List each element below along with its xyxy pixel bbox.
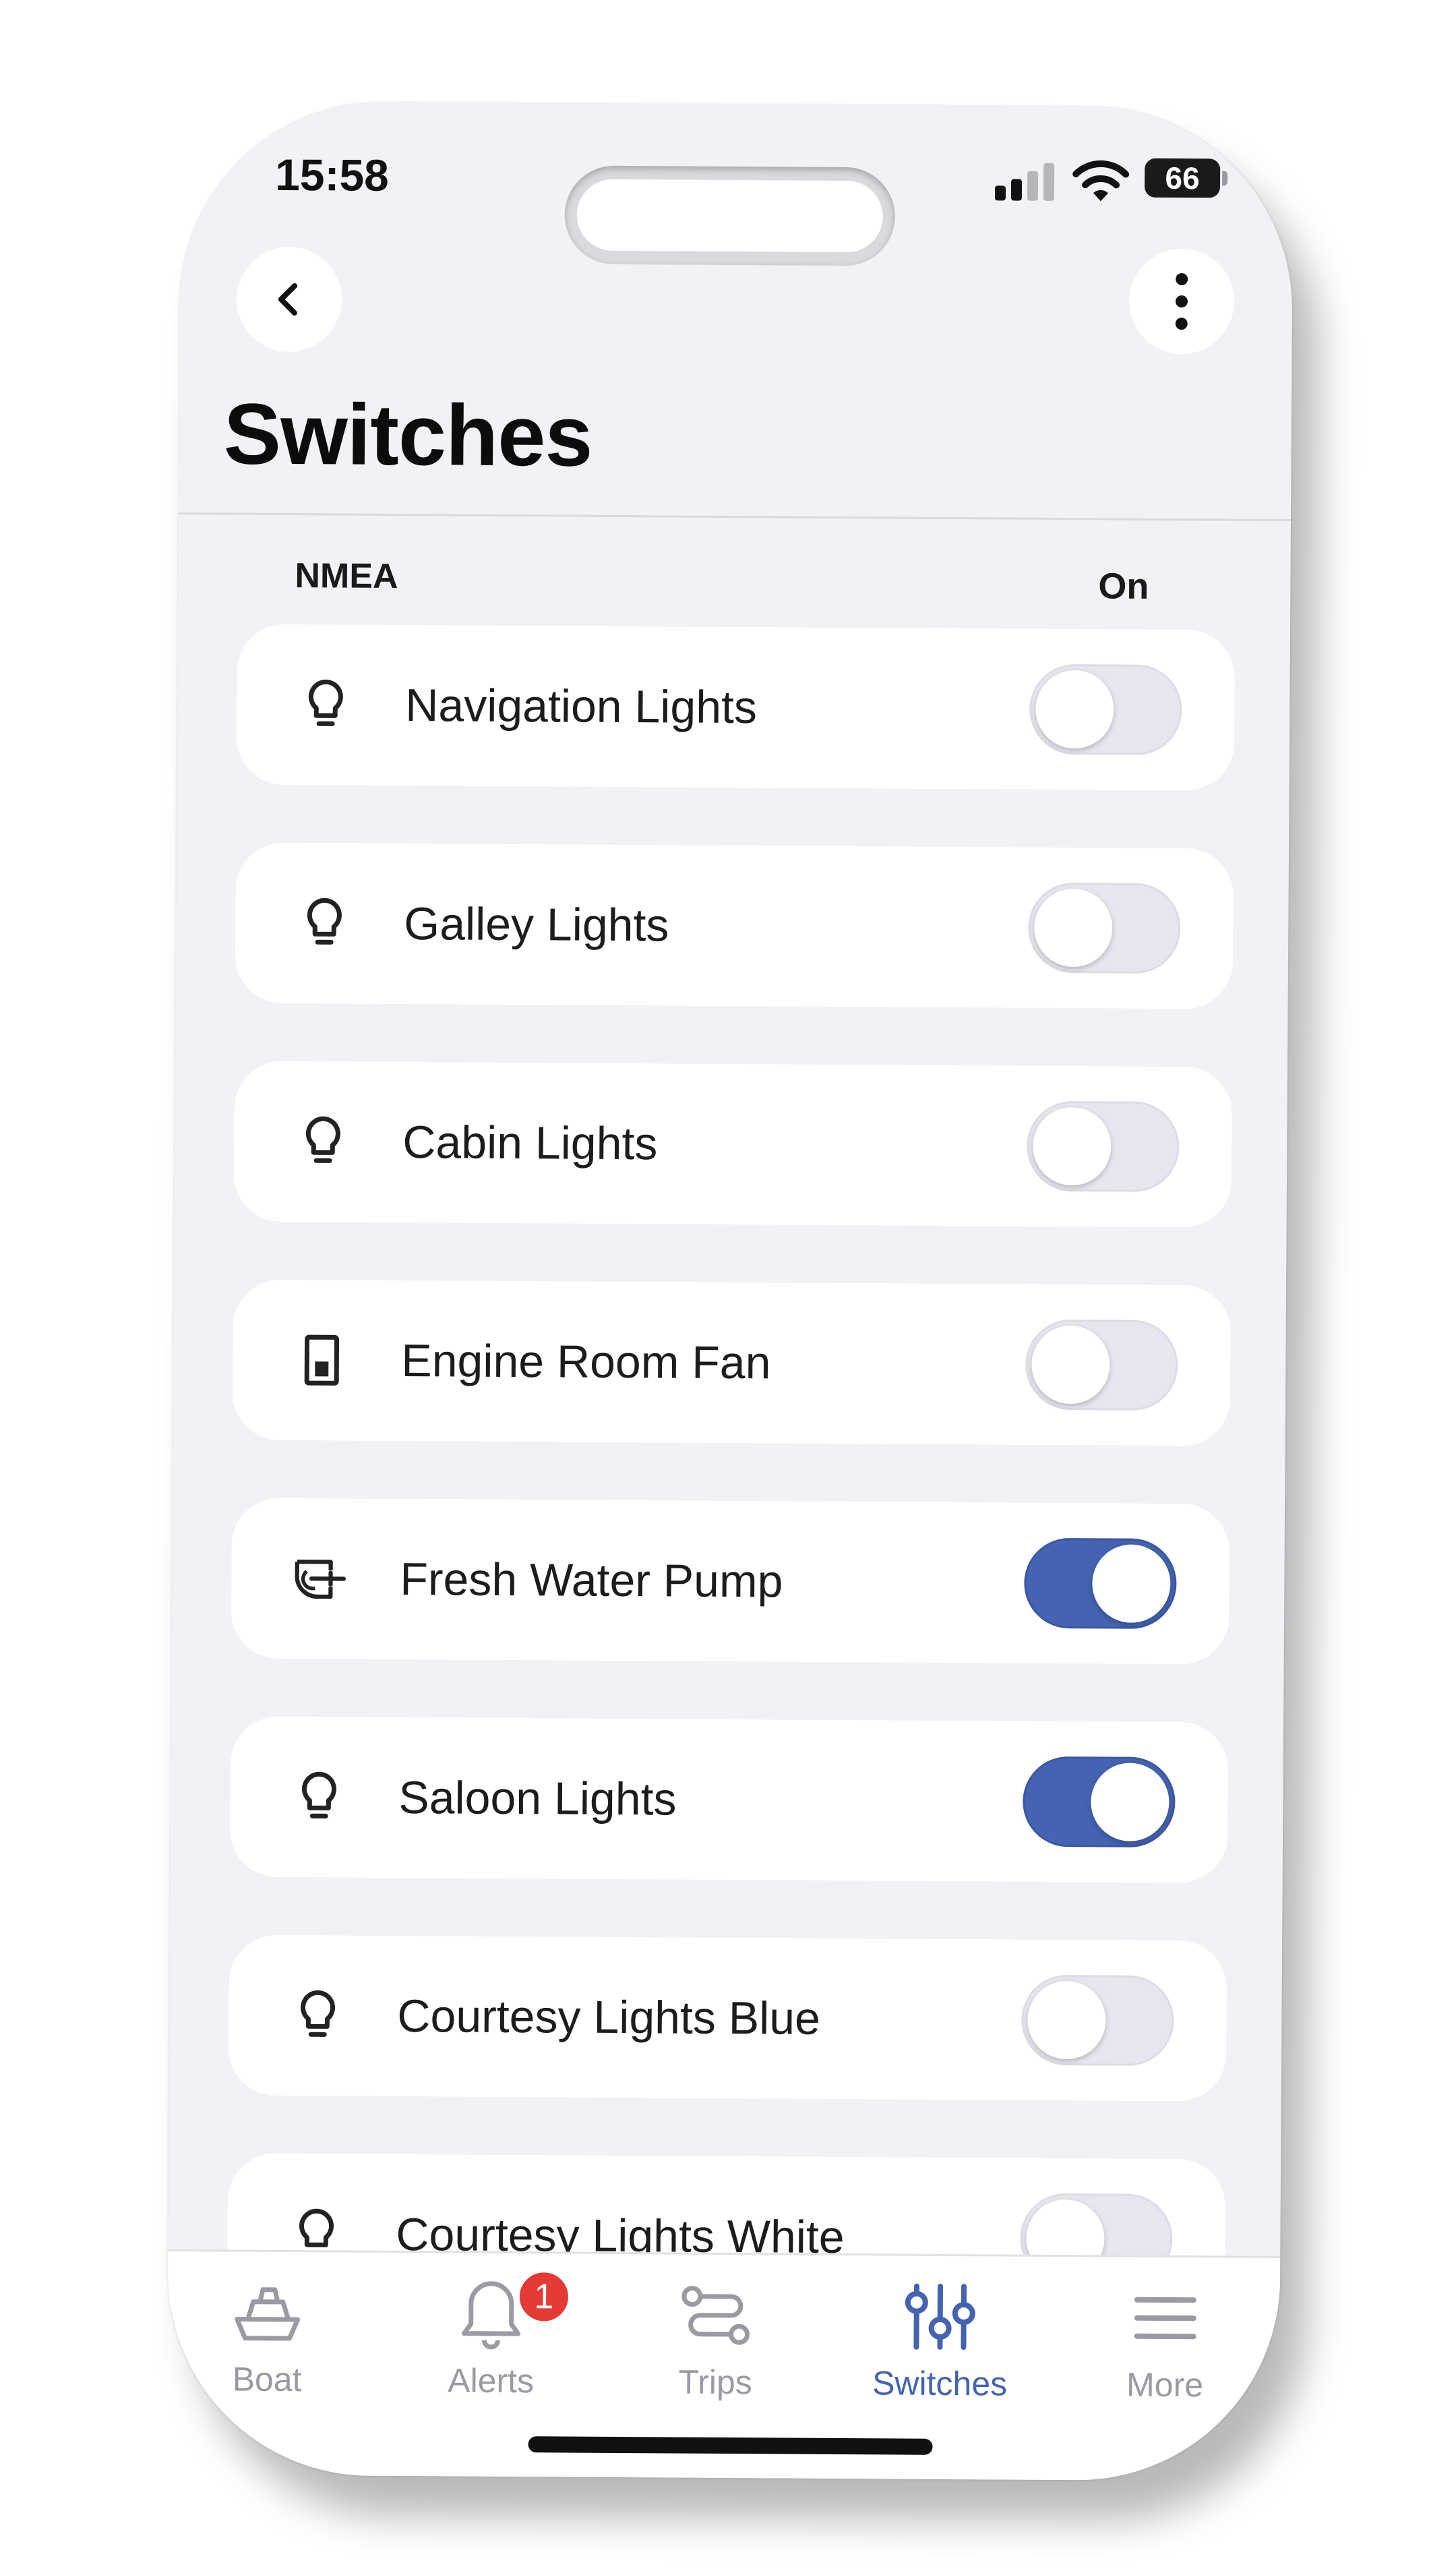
switch-label: Navigation Lights — [405, 680, 758, 734]
tab-label: Alerts — [448, 2361, 535, 2400]
more-options-button[interactable] — [1128, 248, 1235, 355]
switch-label: Fresh Water Pump — [400, 1554, 783, 1607]
switch-list: Navigation Lights Galley Lights Cabin Li… — [226, 624, 1236, 2378]
tab-label: Boat — [232, 2360, 302, 2399]
header-divider — [179, 512, 1292, 522]
switch-row[interactable]: Cabin Lights — [233, 1061, 1233, 1228]
route-icon — [678, 2275, 753, 2357]
bulb-icon — [292, 1770, 346, 1824]
tab-alerts[interactable]: 1 Alerts — [390, 2268, 593, 2401]
switch-label: Cabin Lights — [402, 1117, 658, 1170]
tab-label: More — [1126, 2365, 1204, 2404]
bulb-icon — [299, 678, 353, 732]
bulb-icon — [296, 1115, 350, 1169]
switch-row[interactable]: Navigation Lights — [236, 624, 1236, 791]
switch-label: Saloon Lights — [398, 1772, 677, 1825]
switch-row[interactable]: Galley Lights — [235, 842, 1234, 1009]
toggle-knob — [1027, 1980, 1106, 2060]
more-vertical-icon — [1175, 273, 1188, 330]
toggle-switch[interactable] — [1029, 663, 1182, 756]
switch-label: Galley Lights — [404, 898, 669, 951]
tab-trips[interactable]: Trips — [614, 2274, 817, 2402]
phone-screen: 15:58 66 Switches NMEA On Navigation Lig… — [166, 100, 1294, 2482]
toggle-switch[interactable] — [1025, 1319, 1178, 1411]
switch-row[interactable]: Engine Room Fan — [232, 1279, 1232, 1446]
switch-label: Engine Room Fan — [401, 1335, 771, 1389]
status-time: 15:58 — [274, 149, 390, 200]
home-indicator[interactable] — [528, 2436, 933, 2455]
battery-indicator: 66 — [1144, 158, 1221, 198]
tab-label: Trips — [678, 2363, 752, 2402]
toggle-knob — [1092, 1544, 1171, 1623]
switch-row[interactable]: Saloon Lights — [229, 1716, 1229, 1883]
toggle-knob — [1033, 888, 1113, 968]
toggle-knob — [1035, 670, 1114, 749]
switch-icon — [295, 1333, 348, 1387]
pump-icon — [293, 1551, 347, 1605]
toggle-switch[interactable] — [1021, 1974, 1174, 2067]
toggle-switch[interactable] — [1022, 1756, 1176, 1848]
tab-switches[interactable]: Switches — [839, 2276, 1041, 2404]
switch-label: Courtesy Lights Blue — [397, 1990, 821, 2044]
switch-row[interactable]: Courtesy Lights Blue — [228, 1934, 1227, 2102]
alert-count-badge: 1 — [515, 2268, 573, 2326]
toggle-knob — [1032, 1106, 1112, 1186]
cellular-signal-icon — [994, 162, 1055, 201]
back-button[interactable] — [236, 246, 342, 353]
column-header-on: On — [1098, 566, 1149, 607]
toggle-switch[interactable] — [1023, 1537, 1177, 1630]
toggle-knob — [1031, 1325, 1110, 1404]
toggle-switch[interactable] — [1026, 1100, 1180, 1193]
battery-tip — [1222, 171, 1228, 186]
bell-icon: 1 — [457, 2268, 573, 2355]
bulb-icon — [297, 896, 351, 950]
wifi-icon — [1072, 160, 1130, 202]
switch-row[interactable]: Fresh Water Pump — [231, 1498, 1230, 1665]
section-label: NMEA — [295, 556, 398, 596]
toggle-switch[interactable] — [1027, 882, 1181, 974]
tab-label: Switches — [872, 2364, 1008, 2403]
toggle-knob — [1091, 1763, 1170, 1841]
sliders-icon — [903, 2276, 977, 2358]
page-title: Switches — [223, 386, 593, 485]
dynamic-island — [564, 165, 896, 266]
tab-more[interactable]: More — [1064, 2277, 1267, 2405]
tab-boat[interactable]: Boat — [166, 2272, 369, 2400]
bulb-icon — [291, 1988, 344, 2042]
menu-icon — [1131, 2278, 1199, 2359]
chevron-left-icon — [278, 283, 298, 316]
boat-icon — [230, 2272, 305, 2354]
